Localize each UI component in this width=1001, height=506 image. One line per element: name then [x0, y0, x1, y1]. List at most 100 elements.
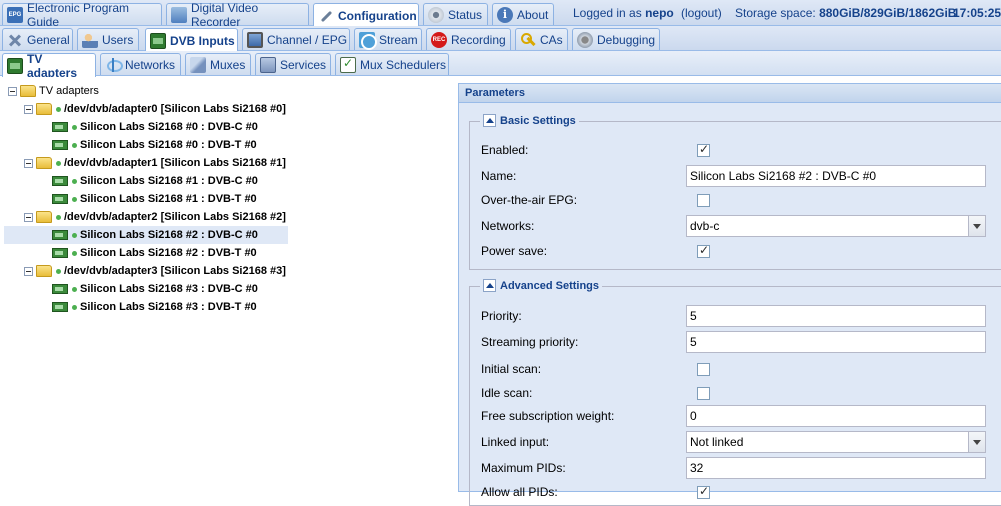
power-save-checkbox[interactable] [697, 243, 710, 258]
status-dot-icon [72, 196, 77, 202]
tree-frontend[interactable]: Silicon Labs Si2168 #0 : DVB-T #0 [50, 136, 257, 154]
tab-muxes[interactable]: Muxes [185, 53, 251, 75]
mux-icon [190, 56, 206, 73]
networks-row: Networks: dvb-c [470, 215, 1001, 237]
status-dot-icon [72, 304, 77, 310]
tree-frontend[interactable]: Silicon Labs Si2168 #3 : DVB-T #0 [50, 298, 257, 316]
tree-adapter[interactable]: /dev/dvb/adapter0 [Silicon Labs Si2168 #… [24, 100, 286, 118]
config-tab-bar: General Users DVB Inputs Channel / EPG S… [0, 26, 1001, 52]
tv-icon [247, 31, 263, 48]
advanced-settings-fieldset: Advanced Settings Priority: 5 Streaming … [469, 279, 1001, 506]
allow-all-pids-checkbox[interactable] [697, 484, 710, 499]
basic-settings-fieldset: Basic Settings Enabled: Name: Silicon La… [469, 114, 1001, 270]
collapse-icon[interactable] [24, 158, 33, 168]
networks-select[interactable]: dvb-c [686, 215, 986, 237]
collapse-icon[interactable] [483, 279, 496, 292]
collapse-icon[interactable] [24, 104, 33, 114]
priority-input[interactable]: 5 [686, 305, 986, 327]
logout-link[interactable]: (logout) [681, 6, 722, 20]
tab-electronic-program-guide[interactable]: EPG Electronic Program Guide [2, 1, 162, 29]
power-save-row: Power save: [470, 240, 1001, 262]
tuner-card-icon [52, 140, 68, 150]
tab-recording[interactable]: REC Recording [426, 28, 511, 50]
tab-services[interactable]: Services [255, 53, 331, 75]
storage-value: 880GiB/829GiB/1862GiB [819, 6, 957, 20]
antenna-icon [105, 57, 123, 73]
epg-icon: EPG [7, 6, 23, 23]
tree-adapter[interactable]: /dev/dvb/adapter3 [Silicon Labs Si2168 #… [24, 262, 286, 280]
enabled-checkbox[interactable] [697, 142, 710, 157]
status-dot-icon [72, 232, 77, 238]
collapse-icon[interactable] [24, 212, 33, 222]
tab-about[interactable]: i About [492, 3, 554, 25]
folder-icon [36, 211, 52, 223]
tree-frontend[interactable]: Silicon Labs Si2168 #0 : DVB-C #0 [50, 118, 258, 136]
tab-debugging[interactable]: Debugging [572, 28, 660, 50]
tab-general[interactable]: General [2, 28, 73, 50]
adapter-tree: TV adapters /dev/dvb/adapter0 [Silicon L… [0, 77, 456, 492]
subscription-weight-row: Free subscription weight: 0 [470, 405, 1001, 427]
tree-frontend-selected[interactable]: Silicon Labs Si2168 #2 : DVB-C #0 [4, 226, 288, 244]
tree-adapter[interactable]: /dev/dvb/adapter1 [Silicon Labs Si2168 #… [24, 154, 286, 172]
tab-configuration[interactable]: Configuration [313, 3, 419, 27]
tree-frontend[interactable]: Silicon Labs Si2168 #2 : DVB-T #0 [50, 244, 257, 262]
tree-frontend[interactable]: Silicon Labs Si2168 #1 : DVB-T #0 [50, 190, 257, 208]
tree-frontend[interactable]: Silicon Labs Si2168 #3 : DVB-C #0 [50, 280, 258, 298]
idle-scan-checkbox[interactable] [697, 387, 710, 400]
tab-stream[interactable]: Stream [354, 28, 422, 50]
tab-mux-schedulers[interactable]: Mux Schedulers [335, 53, 449, 75]
tab-networks[interactable]: Networks [100, 53, 181, 75]
wrench-icon [318, 8, 334, 24]
status-dot-icon [56, 106, 61, 112]
tuner-card-icon [52, 248, 68, 258]
status-dot-icon [56, 268, 61, 274]
tuner-card-icon [52, 230, 68, 240]
tab-tv-adapters[interactable]: TV adapters [2, 52, 96, 80]
tuner-card-icon [150, 32, 166, 49]
status-dot-icon [56, 160, 61, 166]
tab-channel-epg[interactable]: Channel / EPG [242, 28, 350, 50]
tree-frontend[interactable]: Silicon Labs Si2168 #1 : DVB-C #0 [50, 172, 258, 190]
linked-input-select[interactable]: Not linked [686, 431, 986, 453]
tab-status[interactable]: Status [423, 3, 488, 25]
tab-digital-video-recorder[interactable]: Digital Video Recorder [166, 1, 309, 29]
basic-settings-legend[interactable]: Basic Settings [480, 114, 579, 127]
status-dot-icon [72, 124, 77, 130]
enabled-row: Enabled: [470, 139, 1001, 161]
initial-scan-row: Initial scan: [470, 358, 1001, 380]
chevron-down-icon[interactable] [968, 216, 985, 236]
max-pids-row: Maximum PIDs: 32 [470, 457, 1001, 479]
main-tab-bar: EPG Electronic Program Guide Digital Vid… [0, 0, 1001, 29]
parameters-panel: Parameters Basic Settings Enabled: Name:… [458, 83, 1001, 506]
name-input[interactable]: Silicon Labs Si2168 #2 : DVB-C #0 [686, 165, 986, 187]
tuner-card-icon [52, 302, 68, 312]
tab-cas[interactable]: CAs [515, 28, 568, 50]
tab-dvb-inputs[interactable]: DVB Inputs [145, 28, 238, 52]
tuner-card-icon [7, 57, 23, 74]
initial-scan-checkbox[interactable] [697, 363, 710, 376]
max-pids-input[interactable]: 32 [686, 457, 986, 479]
users-icon [82, 31, 98, 48]
tab-users[interactable]: Users [77, 28, 139, 50]
streaming-priority-input[interactable]: 5 [686, 331, 986, 353]
username: nepo [645, 6, 674, 20]
storage-space: Storage space: 880GiB/829GiB/1862GiB [735, 6, 957, 20]
allow-all-pids-row: Allow all PIDs: [470, 481, 1001, 503]
tree-adapter[interactable]: /dev/dvb/adapter2 [Silicon Labs Si2168 #… [24, 208, 286, 226]
tuner-card-icon [52, 122, 68, 132]
ota-epg-checkbox[interactable] [697, 194, 710, 207]
status-dot-icon [72, 250, 77, 256]
subscription-weight-input[interactable]: 0 [686, 405, 986, 427]
tools-icon [7, 32, 23, 48]
dvr-icon [171, 6, 187, 23]
status-dot-icon [72, 286, 77, 292]
collapse-icon[interactable] [24, 266, 33, 276]
services-icon [260, 56, 276, 73]
stream-icon [359, 31, 377, 50]
tree-root[interactable]: TV adapters [8, 82, 99, 100]
linked-input-row: Linked input: Not linked [470, 431, 1001, 453]
chevron-down-icon[interactable] [968, 432, 985, 452]
collapse-icon[interactable] [483, 114, 496, 127]
collapse-icon[interactable] [8, 86, 17, 96]
advanced-settings-legend[interactable]: Advanced Settings [480, 279, 603, 292]
